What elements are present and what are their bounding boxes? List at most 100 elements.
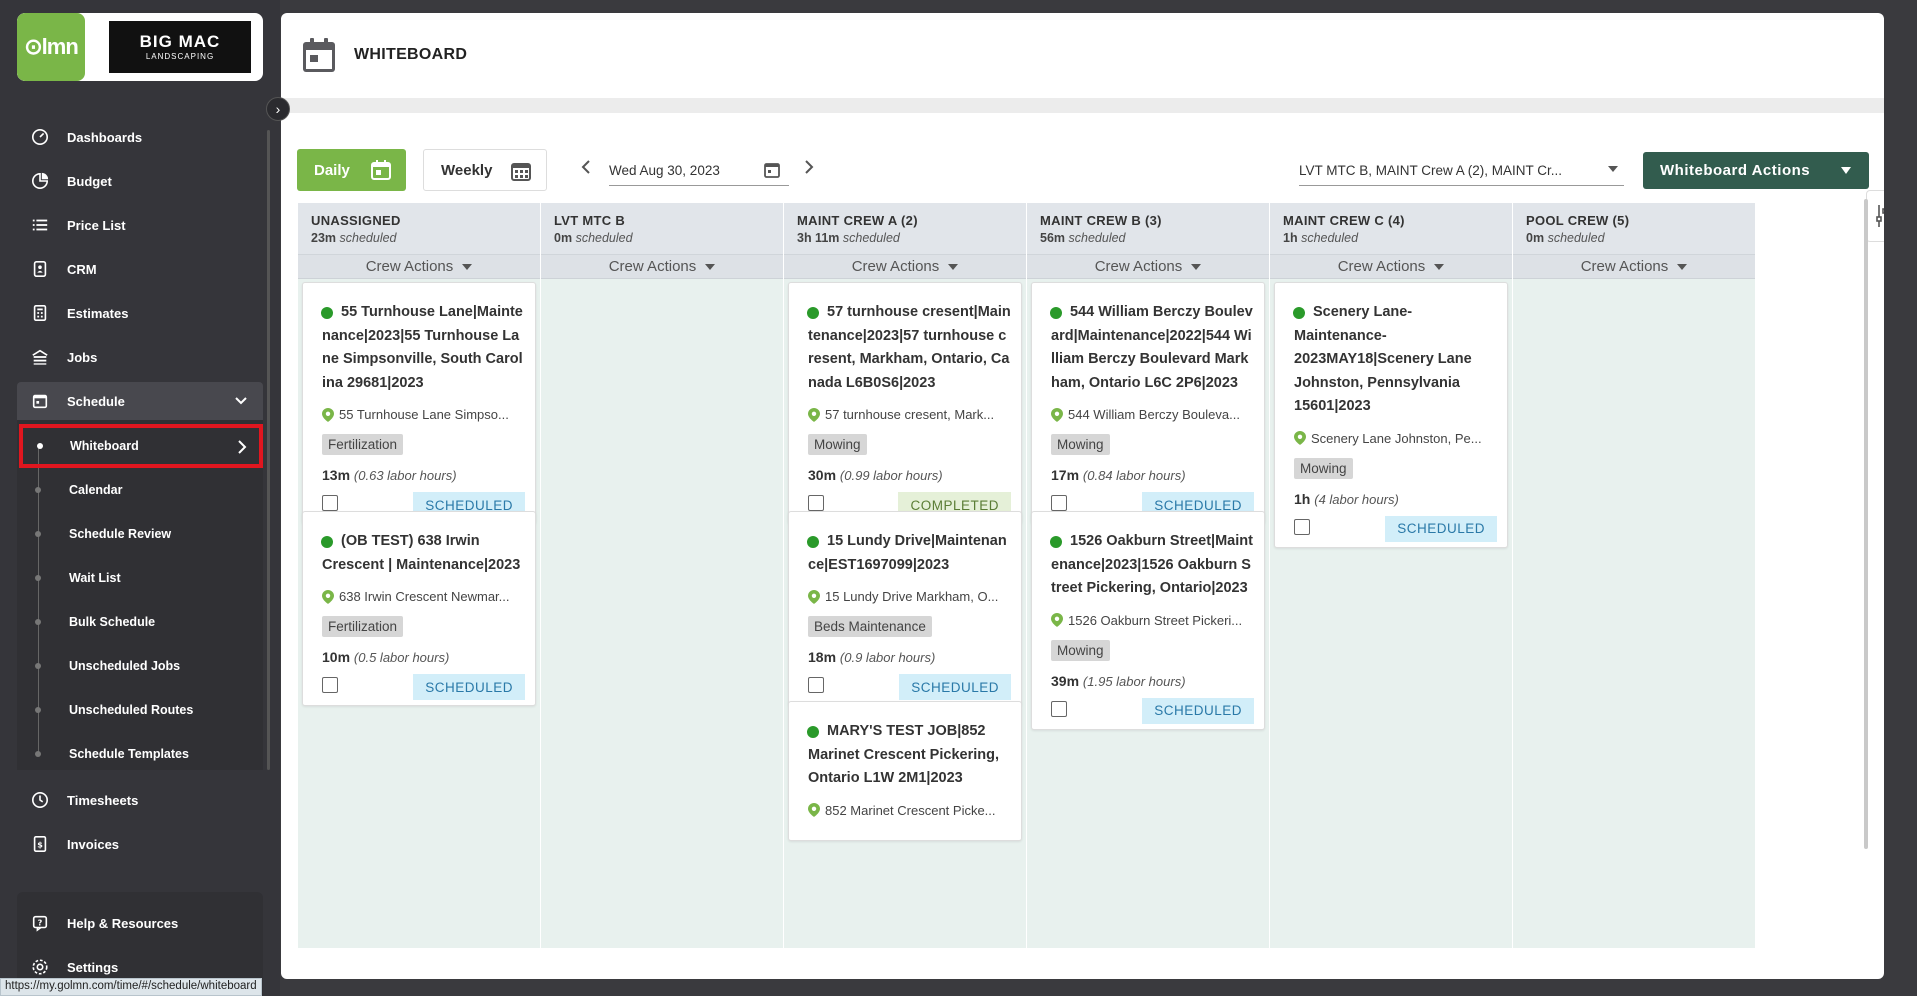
- filter-settings-button[interactable]: [1866, 190, 1884, 242]
- caret-down-icon: [1434, 263, 1445, 270]
- job-card[interactable]: 55 Turnhouse Lane|Maintenance|2023|55 Tu…: [302, 282, 536, 524]
- duration-value: 10m: [322, 649, 351, 665]
- job-card[interactable]: 544 William Berczy Boulevard|Maintenance…: [1031, 282, 1265, 524]
- job-title: 544 William Berczy Boulevard|Maintenance…: [1032, 283, 1264, 395]
- labor-hours: (0.63 labor hours): [353, 468, 457, 483]
- labor-hours: (1.95 labor hours): [1082, 673, 1186, 689]
- map-pin-icon: [1294, 431, 1306, 445]
- sidebar-item-calendar[interactable]: Calendar: [17, 470, 263, 510]
- date-value: Wed Aug 30, 2023: [609, 163, 720, 178]
- calendar-grid-icon: [510, 160, 532, 186]
- crew-actions-button[interactable]: Crew Actions: [1027, 255, 1269, 279]
- previous-day-button[interactable]: [580, 159, 592, 180]
- invoice-icon: $: [29, 833, 51, 855]
- crew-name: MAINT CREW B (3): [1040, 213, 1162, 228]
- crew-scheduled-time: 23m scheduled: [311, 231, 527, 245]
- job-select-checkbox[interactable]: [322, 677, 338, 693]
- job-title: 57 turnhouse cresent|Maintenance|2023|57…: [789, 283, 1021, 395]
- page-title: WHITEBOARD: [354, 45, 468, 63]
- sidebar-item-price-list[interactable]: Price List: [17, 206, 263, 244]
- sub-item-label: Unscheduled Jobs: [69, 659, 181, 673]
- sidebar-item-jobs[interactable]: Jobs: [17, 338, 263, 376]
- job-duration: 13m (0.63 labor hours): [303, 455, 535, 483]
- crew-actions-button[interactable]: Crew Actions: [784, 255, 1026, 279]
- job-card[interactable]: MARY'S TEST JOB|852 Marinet Crescent Pic…: [788, 701, 1022, 841]
- whiteboard-actions-button[interactable]: Whiteboard Actions: [1643, 152, 1869, 189]
- job-select-checkbox[interactable]: [1051, 495, 1067, 511]
- sidebar-item-wait-list[interactable]: Wait List: [17, 558, 263, 598]
- status-dot-icon: [807, 536, 819, 548]
- map-pin-icon: [1051, 407, 1063, 422]
- job-select-checkbox[interactable]: [322, 495, 338, 511]
- crew-column-header: UNASSIGNED 23m scheduled: [298, 203, 540, 255]
- caret-down-icon: [705, 263, 716, 270]
- service-tag: Mowing: [1051, 639, 1110, 661]
- sidebar-item-unscheduled-jobs[interactable]: Unscheduled Jobs: [17, 646, 263, 686]
- address-text: 852 Marinet Crescent Picke...: [825, 802, 996, 818]
- sidebar-item-estimates[interactable]: Estimates: [17, 294, 263, 332]
- sidebar-item-crm[interactable]: CRM: [17, 250, 263, 288]
- crew-actions-button[interactable]: Crew Actions: [1270, 255, 1512, 279]
- weekly-view-button[interactable]: Weekly: [423, 149, 547, 191]
- job-select-checkbox[interactable]: [1294, 518, 1310, 535]
- job-select-checkbox[interactable]: [808, 677, 824, 693]
- sidebar-item-timesheets[interactable]: Timesheets: [17, 781, 263, 819]
- sidebar-item-help[interactable]: ? Help & Resources: [17, 904, 263, 942]
- sidebar-item-schedule-templates[interactable]: Schedule Templates: [17, 734, 263, 774]
- sidebar-collapse-button[interactable]: ›: [266, 97, 290, 121]
- sidebar-item-invoices[interactable]: $ Invoices: [17, 825, 263, 863]
- daily-label: Daily: [314, 161, 350, 179]
- date-picker-field[interactable]: Wed Aug 30, 2023: [609, 156, 789, 186]
- duration-value: 30m: [808, 467, 837, 483]
- job-card[interactable]: 15 Lundy Drive|Maintenance|EST1697099|20…: [788, 511, 1022, 706]
- address-text: 1526 Oakburn Street Pickeri...: [1068, 612, 1243, 628]
- crew-actions-label: Crew Actions: [1094, 258, 1183, 275]
- scheduled-duration: 56m: [1040, 231, 1066, 245]
- sidebar-item-budget[interactable]: Budget: [17, 162, 263, 200]
- dashboard-icon: [29, 126, 51, 148]
- crew-actions-button[interactable]: Crew Actions: [1513, 255, 1755, 279]
- crew-column-pool-crew: POOL CREW (5) 0m scheduled Crew Actions: [1513, 203, 1755, 948]
- next-day-button[interactable]: [803, 159, 815, 180]
- scheduled-duration: 0m: [1526, 231, 1545, 245]
- sidebar-item-whiteboard[interactable]: Whiteboard: [19, 424, 263, 468]
- job-select-checkbox[interactable]: [808, 495, 824, 511]
- job-card[interactable]: (OB TEST) 638 Irwin Crescent | Maintenan…: [302, 511, 536, 706]
- job-card-footer: SCHEDULED: [1032, 689, 1264, 729]
- sidebar-item-label: Price List: [67, 217, 126, 233]
- job-title: Scenery Lane-Maintenance-2023MAY18|Scene…: [1275, 283, 1507, 419]
- sidebar-item-label: Jobs: [67, 349, 98, 365]
- job-card[interactable]: 1526 Oakburn Street|Maintenance|2023|152…: [1031, 511, 1265, 730]
- sidebar-item-label: Help & Resources: [67, 915, 179, 931]
- calendar-icon[interactable]: [763, 161, 781, 182]
- crew-scheduled-time: 3h 11m scheduled: [797, 231, 1013, 245]
- duration-value: 18m: [808, 649, 837, 665]
- job-title: 1526 Oakburn Street|Maintenance|2023|152…: [1032, 512, 1264, 601]
- job-card[interactable]: 57 turnhouse cresent|Maintenance|2023|57…: [788, 282, 1022, 524]
- whiteboard-actions-label: Whiteboard Actions: [1660, 162, 1811, 179]
- job-address: 638 Irwin Crescent Newmar...: [303, 577, 535, 604]
- clock-icon: [29, 789, 51, 811]
- scheduled-duration: 0m: [554, 231, 573, 245]
- sidebar-item-schedule-review[interactable]: Schedule Review: [17, 514, 263, 554]
- sidebar-item-dashboards[interactable]: Dashboards: [17, 118, 263, 156]
- daily-view-button[interactable]: Daily: [297, 149, 406, 191]
- bullet-icon: [35, 487, 41, 493]
- company-logo[interactable]: ⊙ lmn BIG MAC LANDSCAPING: [17, 13, 263, 81]
- crew-actions-button[interactable]: Crew Actions: [298, 255, 540, 279]
- sidebar-item-unscheduled-routes[interactable]: Unscheduled Routes: [17, 690, 263, 730]
- main-scrollbar[interactable]: [1864, 199, 1868, 849]
- service-tag: Beds Maintenance: [808, 616, 932, 637]
- job-card[interactable]: Scenery Lane-Maintenance-2023MAY18|Scene…: [1274, 282, 1508, 548]
- sidebar-scrollbar[interactable]: [267, 130, 270, 770]
- job-address: 55 Turnhouse Lane Simpso...: [303, 395, 535, 422]
- calendar-icon: [29, 390, 51, 412]
- crew-actions-button[interactable]: Crew Actions: [541, 255, 783, 279]
- crew-column-header: MAINT CREW B (3) 56m scheduled: [1027, 203, 1269, 255]
- job-title-text: 57 turnhouse cresent|Maintenance|2023|57…: [808, 304, 1011, 391]
- sidebar-item-schedule[interactable]: Schedule: [17, 382, 263, 420]
- status-bar-url: https://my.golmn.com/time/#/schedule/whi…: [0, 978, 262, 996]
- job-select-checkbox[interactable]: [1051, 700, 1067, 717]
- sidebar-item-bulk-schedule[interactable]: Bulk Schedule: [17, 602, 263, 642]
- crew-filter-select[interactable]: LVT MTC B, MAINT Crew A (2), MAINT Cr...: [1299, 156, 1624, 186]
